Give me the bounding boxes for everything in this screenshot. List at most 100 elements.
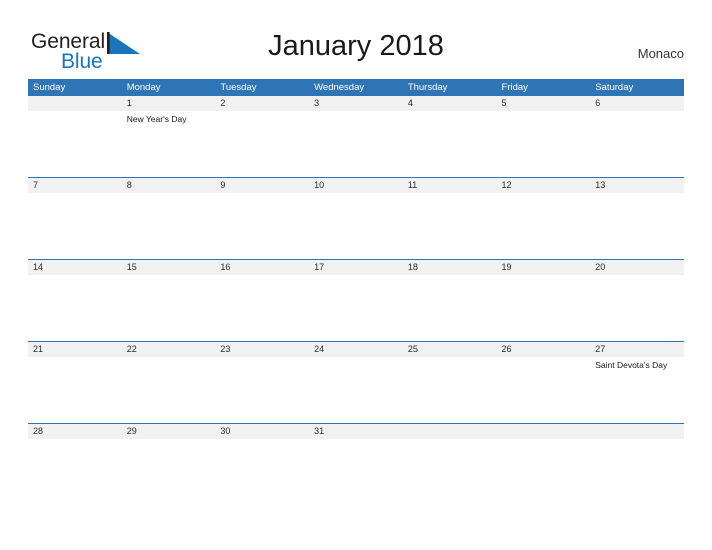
day-cell[interactable] [590,275,684,341]
week-date-band: 21 22 23 24 25 26 27 [28,342,684,357]
day-cell[interactable] [122,275,216,341]
weekday-header-saturday: Saturday [595,82,634,93]
week-row: 21 22 23 24 25 26 27 Saint Devota's Day [28,341,684,423]
day-number[interactable]: 18 [403,260,497,275]
day-cell[interactable] [497,111,591,177]
weekday-header-row: Sunday Monday Tuesday Wednesday Thursday… [28,79,684,96]
day-number[interactable]: 29 [122,424,216,439]
day-cell[interactable] [215,357,309,423]
day-cell[interactable] [309,193,403,259]
day-cell[interactable] [590,193,684,259]
weekday-header-tuesday: Tuesday [220,82,257,93]
page-title: January 2018 [268,30,444,62]
day-number[interactable]: 10 [309,178,403,193]
day-number[interactable]: 20 [590,260,684,275]
week-event-band: Saint Devota's Day [28,357,684,423]
weekday-header-sunday: Sunday [33,82,66,93]
day-number[interactable] [28,96,122,111]
calendar-page: General Blue January 2018 Monaco Sunday … [0,0,712,550]
day-cell[interactable] [215,193,309,259]
week-row: 1 2 3 4 5 6 New Year's Day [28,96,684,177]
week-date-band: 28 29 30 31 [28,424,684,439]
day-number[interactable]: 25 [403,342,497,357]
week-date-band: 7 8 9 10 11 12 13 [28,178,684,193]
day-number[interactable]: 26 [497,342,591,357]
day-number[interactable]: 1 [122,96,216,111]
week-event-band [28,275,684,341]
day-cell[interactable] [309,275,403,341]
region-label: Monaco [637,46,684,61]
day-number[interactable]: 19 [497,260,591,275]
weekday-header-friday: Friday [501,82,528,93]
day-cell[interactable] [122,357,216,423]
day-number[interactable]: 30 [215,424,309,439]
day-number[interactable] [590,424,684,439]
day-cell[interactable] [28,357,122,423]
day-cell[interactable] [497,439,591,505]
day-number[interactable]: 13 [590,178,684,193]
day-cell[interactable] [403,357,497,423]
day-cell[interactable] [309,357,403,423]
event-label: Saint Devota's Day [595,360,668,370]
day-cell[interactable] [215,275,309,341]
week-date-band: 14 15 16 17 18 19 20 [28,260,684,275]
day-number[interactable]: 21 [28,342,122,357]
day-cell[interactable] [28,193,122,259]
day-number[interactable]: 7 [28,178,122,193]
day-number[interactable]: 23 [215,342,309,357]
day-cell[interactable] [215,111,309,177]
day-number[interactable]: 22 [122,342,216,357]
weekday-header-thursday: Thursday [407,82,448,93]
day-number[interactable] [403,424,497,439]
day-cell[interactable] [403,439,497,505]
week-row: 7 8 9 10 11 12 13 [28,177,684,259]
day-cell[interactable] [28,439,122,505]
day-number[interactable]: 16 [215,260,309,275]
event-label: New Year's Day [126,114,187,124]
day-cell[interactable] [590,111,684,177]
week-row: 28 29 30 31 [28,423,684,505]
day-cell[interactable] [497,357,591,423]
day-number[interactable]: 3 [309,96,403,111]
day-number[interactable]: 2 [215,96,309,111]
day-number[interactable]: 9 [215,178,309,193]
day-number[interactable]: 31 [309,424,403,439]
day-number[interactable]: 28 [28,424,122,439]
day-cell[interactable]: Saint Devota's Day [590,357,684,423]
day-number[interactable]: 15 [122,260,216,275]
day-cell[interactable] [28,275,122,341]
day-cell[interactable] [215,439,309,505]
day-number[interactable]: 14 [28,260,122,275]
day-number[interactable]: 4 [403,96,497,111]
day-number[interactable]: 8 [122,178,216,193]
week-event-band [28,439,684,505]
day-cell[interactable] [497,275,591,341]
day-number[interactable]: 27 [590,342,684,357]
day-cell[interactable] [590,439,684,505]
weekday-header-monday: Monday [126,82,161,93]
day-cell[interactable] [28,111,122,177]
day-number[interactable]: 11 [403,178,497,193]
day-number[interactable]: 17 [309,260,403,275]
calendar-grid: Sunday Monday Tuesday Wednesday Thursday… [28,79,684,505]
week-row: 14 15 16 17 18 19 20 [28,259,684,341]
day-cell[interactable] [403,275,497,341]
day-cell[interactable] [403,111,497,177]
day-cell[interactable] [122,439,216,505]
day-number[interactable]: 24 [309,342,403,357]
week-event-band: New Year's Day [28,111,684,177]
day-number[interactable] [497,424,591,439]
weekday-header-wednesday: Wednesday [314,82,365,93]
day-cell[interactable] [497,193,591,259]
day-cell[interactable] [403,193,497,259]
day-number[interactable]: 6 [590,96,684,111]
day-cell[interactable] [122,193,216,259]
day-number[interactable]: 12 [497,178,591,193]
day-cell[interactable] [309,111,403,177]
week-event-band [28,193,684,259]
day-cell[interactable] [309,439,403,505]
week-date-band: 1 2 3 4 5 6 [28,96,684,111]
day-cell[interactable]: New Year's Day [122,111,216,177]
page-header: General Blue January 2018 Monaco [0,0,712,78]
day-number[interactable]: 5 [497,96,591,111]
